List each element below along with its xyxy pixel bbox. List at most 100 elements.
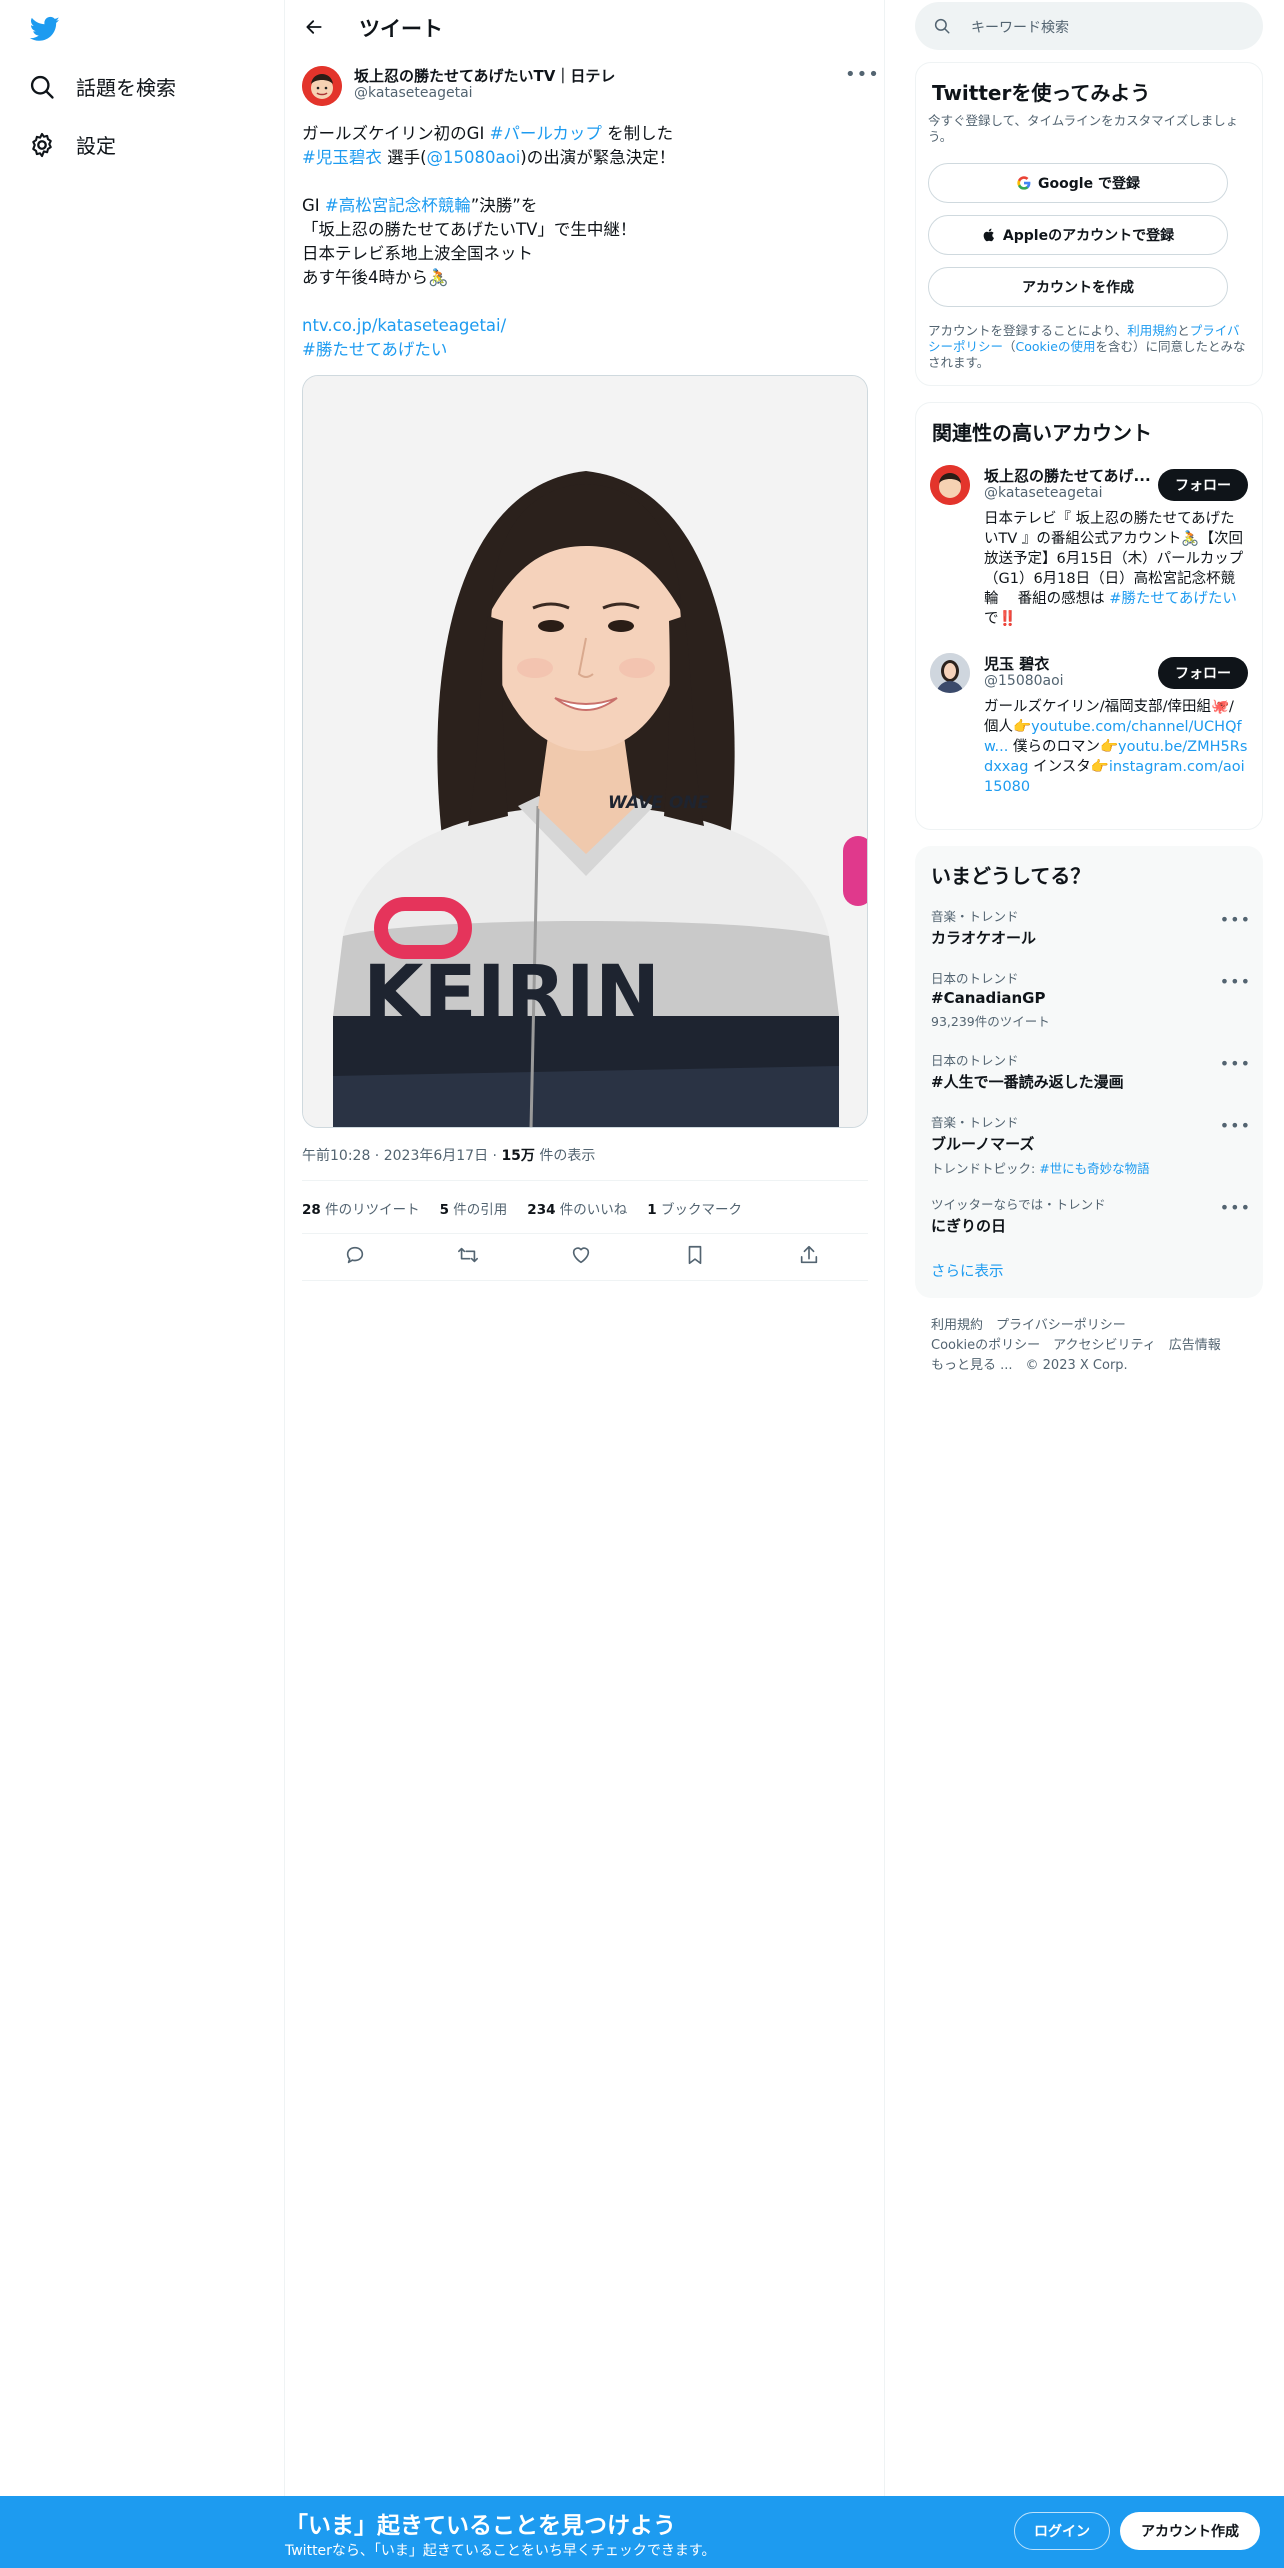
tweet-url-link[interactable]: ntv.co.jp/kataseteagetai/ xyxy=(302,314,862,338)
arrow-left-icon xyxy=(306,20,322,34)
trend-category: 日本のトレンド xyxy=(931,971,1019,986)
more-options-icon[interactable]: ••• xyxy=(1220,1116,1251,1135)
create-account-label: アカウントを作成 xyxy=(1022,280,1134,296)
trend-item[interactable]: ツイッターならでは・トレンド にぎりの日 ••• xyxy=(931,1194,1251,1236)
trend-item[interactable]: 日本のトレンド #CanadianGP 93,239件のツイート ••• xyxy=(931,968,1251,1030)
more-options-icon[interactable]: ••• xyxy=(1220,1054,1251,1073)
tweet-text-segment: GI xyxy=(302,196,325,215)
hashtag-pearl-cup[interactable]: #パールカップ xyxy=(490,124,602,143)
reply-button[interactable] xyxy=(344,1244,370,1270)
signup-button[interactable]: アカウント作成 xyxy=(1120,2512,1260,2550)
bookmarks-label: ブックマーク xyxy=(656,1202,742,1218)
twitter-logo-icon[interactable] xyxy=(28,14,62,44)
create-account-button[interactable]: アカウントを作成 xyxy=(928,267,1228,307)
likes-stat[interactable]: 234 件のいいね xyxy=(527,1198,627,1218)
apple-signup-button[interactable]: Appleのアカウントで登録 xyxy=(928,215,1228,255)
google-icon xyxy=(1017,176,1031,190)
jersey-keirin-text: KEIRIN xyxy=(363,950,660,1040)
related-account-avatar[interactable] xyxy=(930,653,970,693)
cookie-link[interactable]: Cookieの使用 xyxy=(1016,339,1096,354)
tweet-text-segment: を制した xyxy=(601,124,674,143)
main-header: ツイート xyxy=(285,0,884,54)
share-button[interactable] xyxy=(798,1244,824,1270)
trend-topic-link[interactable]: #世にも奇妙な物語 xyxy=(1039,1161,1149,1176)
tweet-photo[interactable]: WAVE ONE KEIRIN xyxy=(302,375,868,1128)
more-options-icon[interactable]: ••• xyxy=(845,64,880,85)
share-icon xyxy=(800,1245,818,1264)
tweet-text-segment: 選手( xyxy=(381,148,427,167)
trend-tweet-count: 93,239件のツイート xyxy=(931,1014,1050,1029)
author-handle[interactable]: @kataseteagetai xyxy=(354,85,473,101)
retweets-stat[interactable]: 28 件のリツイート xyxy=(302,1198,420,1218)
trend-topic: トレンドトピック: #世にも奇妙な物語 xyxy=(931,1158,1251,1177)
trend-topic-label: トレンドトピック: xyxy=(931,1161,1040,1176)
bio-text: インスタ👉 xyxy=(1028,759,1109,775)
nav-settings[interactable]: 設定 xyxy=(28,130,116,159)
google-signup-button[interactable]: Google で登録 xyxy=(928,163,1228,203)
footer-links-2[interactable]: Cookieのポリシー アクセシビリティ 広告情報 xyxy=(931,1334,1221,1353)
tweet-time[interactable]: 午前10:28 xyxy=(302,1148,370,1164)
trend-item[interactable]: 音楽・トレンド カラオケオール ••• xyxy=(931,906,1251,948)
follow-button[interactable]: フォロー xyxy=(1158,657,1248,689)
retweets-count: 28 xyxy=(302,1202,321,1218)
tweet-actions xyxy=(302,1240,868,1274)
related-account-name[interactable]: 坂上忍の勝たせてあげ... xyxy=(984,465,1151,486)
terms-text: アカウントを登録することにより、 xyxy=(928,323,1128,338)
author-avatar[interactable] xyxy=(302,66,342,106)
tweet-text-segment: )の出演が緊急決定！ xyxy=(520,148,676,167)
apple-signup-label: Appleのアカウントで登録 xyxy=(1002,228,1175,244)
search-box[interactable]: キーワード検索 xyxy=(915,2,1263,50)
trend-category: 日本のトレンド xyxy=(931,1053,1019,1068)
hashtag-takamatsunomiya[interactable]: #高松宮記念杯競輪 xyxy=(325,196,471,215)
trend-item[interactable]: 音楽・トレンド ブルーノマーズ トレンドトピック: #世にも奇妙な物語 ••• xyxy=(931,1112,1251,1177)
terms-link[interactable]: 利用規約 xyxy=(1127,323,1177,338)
tweet-date[interactable]: 2023年6月17日 xyxy=(384,1148,488,1164)
bio-hashtag-link[interactable]: #勝たせてあげたい xyxy=(1109,591,1237,607)
retweet-button[interactable] xyxy=(457,1244,483,1270)
tweet-line-6: あす午後4時から🚴 xyxy=(302,268,449,287)
page-title: ツイート xyxy=(359,17,443,41)
hashtag-kodama-aoi[interactable]: #児玉碧衣 xyxy=(302,148,382,167)
login-button[interactable]: ログイン xyxy=(1014,2512,1110,2550)
likes-label: 件のいいね xyxy=(555,1202,628,1218)
trend-category: 音楽・トレンド xyxy=(931,1115,1019,1130)
related-account-bio: ガールズケイリン/福岡支部/倖田組🐙/個人👉youtube.com/channe… xyxy=(984,697,1248,797)
quotes-stat[interactable]: 5 件の引用 xyxy=(440,1198,508,1218)
login-prompt-bar: 「いま」起きていることを見つけよう Twitterなら、「いま」起きていることを… xyxy=(0,2496,1284,2568)
tweet-line-1: ガールズケイリン初のGI #パールカップ を制した xyxy=(302,122,862,146)
related-account-avatar[interactable] xyxy=(930,465,970,505)
bookmarks-stat[interactable]: 1 ブックマーク xyxy=(647,1198,742,1218)
related-account-name[interactable]: 児玉 碧衣 xyxy=(984,653,1049,674)
bookmarks-count: 1 xyxy=(647,1202,657,1218)
quotes-label: 件の引用 xyxy=(449,1202,508,1218)
views-count: 15万 xyxy=(501,1148,535,1164)
hashtag-kataseteagetai[interactable]: #勝たせてあげたい xyxy=(302,338,862,362)
footer-links-1[interactable]: 利用規約 プライバシーポリシー xyxy=(931,1314,1126,1333)
trend-item[interactable]: 日本のトレンド #人生で一番読み返した漫画 ••• xyxy=(931,1050,1251,1092)
search-icon xyxy=(934,18,950,34)
more-options-icon[interactable]: ••• xyxy=(1220,1198,1251,1217)
divider xyxy=(302,1233,868,1234)
author-name[interactable]: 坂上忍の勝たせてあげたいTV｜日テレ xyxy=(354,65,615,86)
more-options-icon[interactable]: ••• xyxy=(1220,972,1251,991)
bookmark-button[interactable] xyxy=(684,1244,710,1270)
more-options-icon[interactable]: ••• xyxy=(1220,910,1251,929)
trend-title: #人生で一番読み返した漫画 xyxy=(931,1073,1124,1091)
back-button[interactable] xyxy=(299,12,329,42)
trends-card: いまどうしてる？ 音楽・トレンド カラオケオール ••• 日本のトレンド #Ca… xyxy=(915,846,1263,1298)
related-avatar-image xyxy=(930,653,970,693)
show-more-link[interactable]: さらに表示 xyxy=(931,1260,1004,1281)
tweet-stats: 28 件のリツイート 5 件の引用 234 件のいいね 1 ブックマーク xyxy=(302,1198,742,1218)
mention-15080aoi[interactable]: @15080aoi xyxy=(427,148,521,167)
related-account-handle[interactable]: @15080aoi xyxy=(984,673,1064,689)
tweet-line-5: 日本テレビ系地上波全国ネット xyxy=(302,244,533,263)
follow-button[interactable]: フォロー xyxy=(1158,469,1248,501)
related-account-handle[interactable]: @kataseteagetai xyxy=(984,485,1103,501)
like-button[interactable] xyxy=(570,1244,596,1270)
signup-description: 今すぐ登録して、タイムラインをカスタマイズしましょう。 xyxy=(928,113,1239,144)
nav-explore[interactable]: 話題を検索 xyxy=(28,72,176,101)
tweet-timestamp: 午前10:28 · 2023年6月17日 · 15万 件の表示 xyxy=(302,1148,596,1164)
bio-text: 僕らのロマン👉 xyxy=(1008,739,1119,755)
footer-links-3[interactable]: もっと見る ... © 2023 X Corp. xyxy=(931,1354,1128,1373)
tweet-line-gap xyxy=(302,170,862,194)
